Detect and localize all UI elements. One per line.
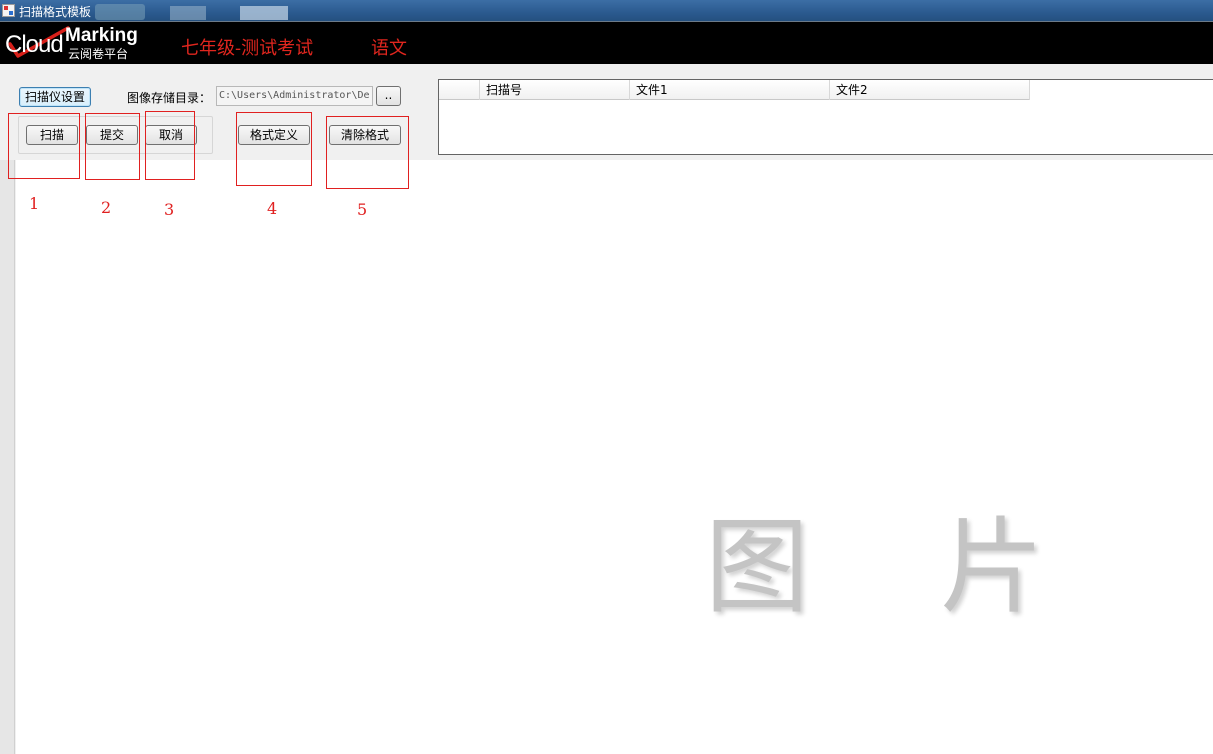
annotation-number-1: 1	[29, 194, 40, 213]
grid-column-file2[interactable]: 文件2	[830, 80, 1030, 100]
annotation-box-1	[8, 113, 80, 179]
watermark-char-2: 片	[940, 506, 1045, 628]
annotation-box-3	[145, 111, 195, 180]
title-bar-blur	[170, 6, 206, 20]
exam-title: 七年级-测试考试	[181, 38, 314, 59]
title-bar-blur	[240, 6, 288, 20]
annotation-number-4: 4	[267, 199, 278, 218]
left-strip	[0, 160, 15, 754]
annotation-number-5: 5	[357, 200, 368, 219]
annotation-box-5	[326, 116, 409, 189]
logo-marking-text: Marking	[65, 25, 138, 46]
scan-data-grid[interactable]: 扫描号 文件1 文件2	[438, 79, 1213, 155]
grid-row-header[interactable]	[439, 80, 480, 100]
annotation-number-2: 2	[101, 198, 112, 217]
image-display-area	[16, 160, 1213, 754]
window-title: 扫描格式模板	[19, 5, 92, 19]
image-dir-input[interactable]: C:\Users\Administrator\De	[216, 86, 373, 106]
annotation-box-4	[236, 112, 312, 186]
grid-column-file1[interactable]: 文件1	[630, 80, 830, 100]
grid-column-scan-number[interactable]: 扫描号	[480, 80, 630, 100]
image-dir-label: 图像存储目录：	[127, 91, 212, 105]
scanner-settings-button[interactable]: 扫描仪设置	[19, 87, 91, 107]
annotation-box-2	[85, 113, 140, 180]
logo-subtitle: 云阅卷平台	[68, 47, 129, 61]
grid-header: 扫描号 文件1 文件2	[439, 80, 1030, 100]
annotation-number-3: 3	[164, 200, 175, 219]
title-bar: 扫描格式模板	[0, 0, 1213, 21]
watermark-char-1: 图	[705, 506, 810, 628]
exam-subject: 语文	[371, 38, 407, 59]
logo-cloud-text: Cloud	[5, 31, 64, 58]
header-banner: Cloud Marking 云阅卷平台 七年级-测试考试 语文	[0, 21, 1213, 64]
app-icon[interactable]	[2, 4, 15, 17]
title-bar-blur	[95, 4, 145, 20]
browse-button[interactable]: ..	[376, 86, 401, 106]
